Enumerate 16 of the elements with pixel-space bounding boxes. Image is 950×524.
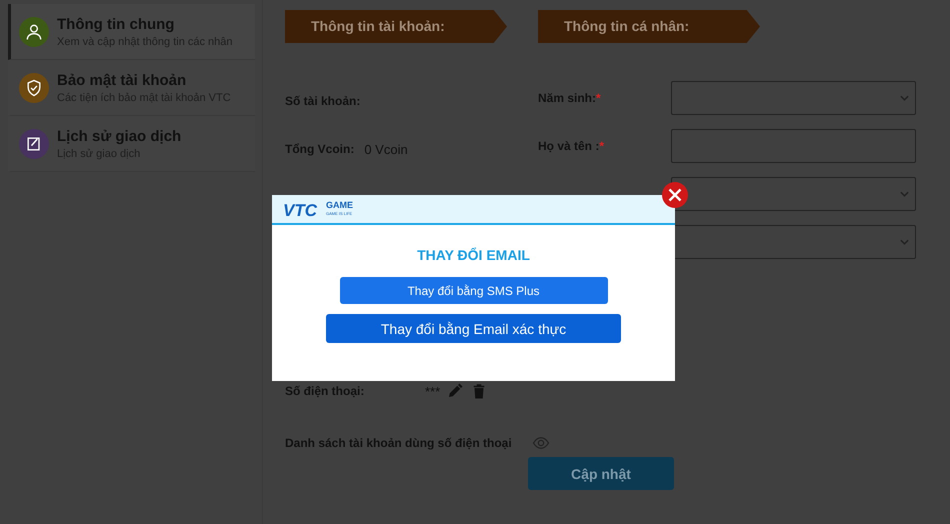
close-icon[interactable] (661, 181, 689, 209)
eye-icon[interactable] (532, 434, 550, 452)
required-marker: * (596, 91, 601, 105)
option-button[interactable]: Thay đổi bằng SMS Plus (340, 277, 608, 304)
section-header: Thông tin tài khoản: (285, 10, 507, 43)
option-button[interactable]: Thay đổi bằng Email xác thực (326, 314, 621, 343)
dialog-title: THAY ĐỔI EMAIL (417, 247, 530, 263)
field-value: *** (425, 384, 440, 398)
section-header: Thông tin cá nhân: (538, 10, 760, 43)
text-field[interactable] (671, 129, 916, 163)
chevron-icon (900, 191, 909, 197)
chevron-icon (900, 95, 909, 101)
select-field[interactable] (671, 81, 916, 115)
required-marker: * (599, 139, 604, 153)
chevron-icon (900, 239, 909, 245)
edit-icon[interactable] (446, 382, 464, 400)
